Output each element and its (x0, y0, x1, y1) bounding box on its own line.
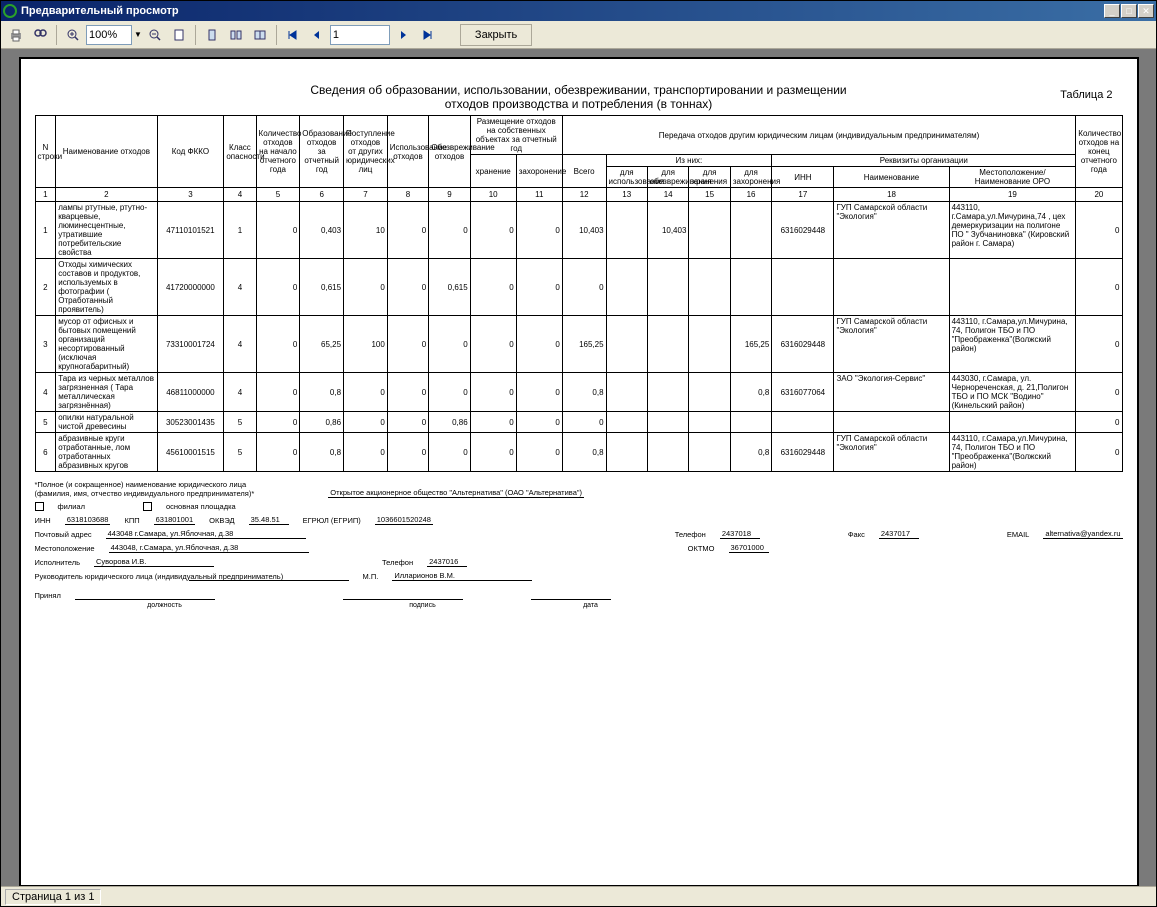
th-ofwhich: Из них: (606, 155, 772, 167)
table-row: 5опилки натуральной чистой древесины3052… (35, 412, 1122, 433)
close-window-button[interactable]: ✕ (1138, 4, 1154, 18)
next-page-icon[interactable] (392, 24, 414, 46)
th-inn: ИНН (772, 167, 834, 188)
table-row: 4Тара из черных металлов загрязненная ( … (35, 373, 1122, 412)
th-code: Код ФККО (157, 116, 224, 188)
close-button[interactable]: Закрыть (460, 24, 532, 46)
th-storage: хранение (470, 155, 516, 188)
table-row: 2Отходы химических составов и продуктов,… (35, 259, 1122, 316)
zoom-out-icon[interactable] (144, 24, 166, 46)
th-received: Поступление отходов от других юридически… (344, 116, 388, 188)
th-forneutral: для обезвреживания (647, 167, 688, 188)
th-locoro: Местоположение/ Наименование ОРО (949, 167, 1076, 188)
th-forburial: для захоронения (730, 167, 771, 188)
th-orgname: Наименование (834, 167, 949, 188)
filial-checkbox[interactable] (35, 502, 44, 511)
th-used: Использование отходов (387, 116, 428, 188)
statusbar: Страница 1 из 1 (1, 886, 1156, 906)
zoom-input[interactable] (86, 25, 132, 45)
minimize-button[interactable]: _ (1104, 4, 1120, 18)
th-neutral: Обезвреживание отходов (429, 116, 470, 188)
table-row: 6абразивные круги отработанные, лом отра… (35, 433, 1122, 472)
last-page-icon[interactable] (416, 24, 438, 46)
status-page: Страница 1 из 1 (5, 889, 101, 905)
titlebar: Предварительный просмотр _ □ ✕ (1, 1, 1156, 21)
single-page-icon[interactable] (201, 24, 223, 46)
table-label: Таблица 2 (1060, 89, 1112, 101)
th-class: Класс опасности (224, 116, 256, 188)
prev-page-icon[interactable] (306, 24, 328, 46)
report-footer: *Полное (и сокращенное) наименование юри… (35, 480, 1123, 609)
maximize-button[interactable]: □ (1121, 4, 1137, 18)
table-body: 1лампы ртутные, ртутно-кварцевые, люмине… (35, 202, 1122, 472)
th-formed: Образование отходов за отчетный год (300, 116, 344, 188)
first-page-icon[interactable] (282, 24, 304, 46)
table-row: 3мусор от офисных и бытовых помещений ор… (35, 316, 1122, 373)
toolbar: ▼ Закрыть (1, 21, 1156, 49)
th-transfer: Передача отходов другим юридическим лица… (562, 116, 1076, 155)
fit-page-icon[interactable] (168, 24, 190, 46)
table-row: 1лампы ртутные, ртутно-кварцевые, люмине… (35, 202, 1122, 259)
report-title: Сведения об образовании, использовании, … (65, 83, 1093, 111)
zoom-in-icon[interactable] (62, 24, 84, 46)
book-view-icon[interactable] (249, 24, 271, 46)
preview-window: Предварительный просмотр _ □ ✕ ▼ Закрыть… (0, 0, 1157, 907)
two-page-icon[interactable] (225, 24, 247, 46)
print-icon[interactable] (5, 24, 27, 46)
report-page: Таблица 2 Сведения об образовании, испол… (19, 57, 1139, 886)
th-qtystart: Количество отходов на начало отчетного г… (256, 116, 300, 188)
th-burial: захоронение (516, 155, 562, 188)
window-title: Предварительный просмотр (21, 5, 1104, 17)
page-input[interactable] (330, 25, 390, 45)
th-n: N строки (35, 116, 56, 188)
report-table: N строки Наименование отходов Код ФККО К… (35, 115, 1123, 472)
content-area: Таблица 2 Сведения об образовании, испол… (1, 49, 1156, 886)
th-total: Всего (562, 155, 606, 188)
column-numbers-row: 1234567891011121314151617181920 (35, 188, 1122, 202)
th-qtyend: Количество отходов на конец отчетного го… (1076, 116, 1122, 188)
search-icon[interactable] (29, 24, 51, 46)
app-icon (3, 4, 17, 18)
th-foruse: для использования (606, 167, 647, 188)
th-forstorage: для хранения (689, 167, 730, 188)
th-name: Наименование отходов (56, 116, 157, 188)
mainsite-checkbox[interactable] (143, 502, 152, 511)
th-req: Реквизиты организации (772, 155, 1076, 167)
